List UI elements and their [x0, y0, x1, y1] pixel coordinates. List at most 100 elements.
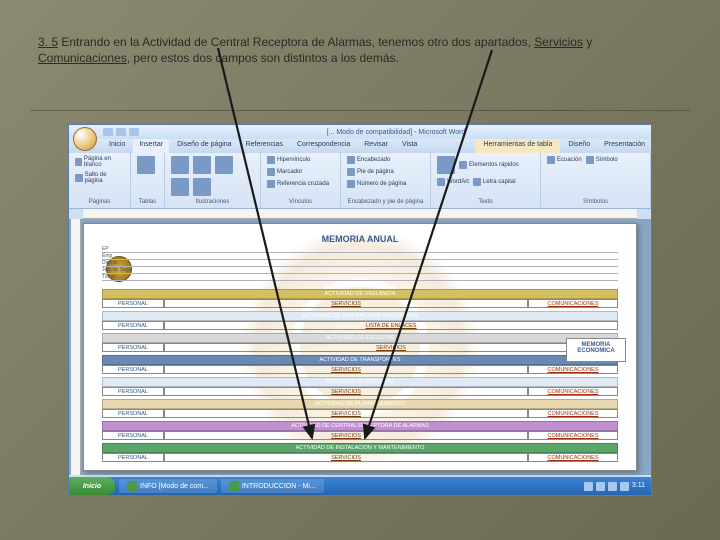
tab-revisar[interactable]: Revisar [358, 139, 394, 153]
col-comunicaciones[interactable]: COMUNICACIONES [528, 453, 618, 462]
tool-context-tab: Herramientas de tabla [475, 139, 560, 153]
shapes-icon[interactable] [215, 156, 233, 174]
btn-refcruzada[interactable]: Referencia cruzada [267, 180, 329, 188]
group-simbolos: Ecuación Símbolo Símbolos [541, 153, 651, 208]
group-vinculos: Hipervínculo Marcador Referencia cruzada… [261, 153, 341, 208]
col-comunicaciones[interactable]: COMUNICACIONES [528, 299, 618, 308]
col-comunicaciones[interactable]: COMUNICACIONES [528, 387, 618, 396]
activity-subrow: PERSONALSERVICIOSCOMUNICACIONES [102, 299, 618, 308]
divider [30, 110, 690, 111]
btn-wordart[interactable]: WordArt [437, 178, 469, 186]
picture-icon[interactable] [171, 156, 189, 174]
ruler-horizontal[interactable] [83, 209, 637, 219]
col-personal[interactable]: PERSONAL [102, 387, 164, 396]
col-personal[interactable]: PERSONAL [102, 409, 164, 418]
tab-inicio[interactable]: Inicio [103, 139, 131, 153]
wordart-icon [437, 178, 445, 186]
link-icon [267, 156, 275, 164]
page[interactable]: MEMORIA ANUAL EP Emp Directo Jefe de Seg… [83, 223, 637, 471]
activity-title: ACTIVIDAD DE TRANSPORTES [102, 355, 618, 365]
form-label: Emp [102, 253, 148, 259]
form-lines: EP Emp Directo Jefe de Segu Técnic [102, 246, 618, 281]
ribbon: Página en blanco Salto de página Páginas… [69, 153, 651, 209]
btn-letracapital[interactable]: Letra capital [473, 178, 516, 186]
system-tray[interactable]: 3:11 [584, 482, 651, 491]
col-personal[interactable]: PERSONAL [102, 321, 164, 330]
taskbar: Inicio INFO [Modo de com... INTRODUCCION… [69, 477, 651, 495]
col-comunicaciones[interactable]: COMUNICACIONES [528, 409, 618, 418]
activity-subrow: PERSONALSERVICIOSCOMUNICACIONES [102, 387, 618, 396]
activity-header: ACTIVIDAD DE VIGILANCIA DE EXPLOSIVOS [102, 311, 618, 321]
pagenum-icon [347, 180, 355, 188]
clipart-icon[interactable] [193, 156, 211, 174]
btn-numero[interactable]: Número de página [347, 180, 406, 188]
section-number: 3. 5 [38, 35, 58, 49]
col-servicios[interactable]: SERVICIOS [164, 343, 618, 352]
col-servicios[interactable]: SERVICIOS [164, 299, 528, 308]
col-servicios[interactable]: SERVICIOS [164, 431, 528, 440]
taskbar-item[interactable]: INFO [Modo de com... [119, 479, 217, 493]
tab-presentacion[interactable]: Presentación [598, 139, 651, 153]
slide-caption: 3. 5 Entrando en la Actividad de Central… [38, 34, 682, 66]
btn-elementos[interactable]: Elementos rápidos [459, 156, 519, 174]
col-servicios[interactable]: LISTA DE ENLACES [164, 321, 618, 330]
col-personal[interactable]: PERSONAL [102, 299, 164, 308]
col-servicios[interactable]: SERVICIOS [164, 453, 528, 462]
col-personal[interactable]: PERSONAL [102, 453, 164, 462]
smartart-icon[interactable] [171, 178, 189, 196]
col-personal[interactable]: PERSONAL [102, 431, 164, 440]
btn-pagina-blanco[interactable]: Página en blanco [75, 156, 124, 168]
activity-header: ACTIVIDAD DE CENTRAL RECEPTORA DE ALARMA… [102, 421, 618, 431]
word-window: [... Modo de compatibilidad] - Microsoft… [68, 124, 652, 496]
col-comunicaciones[interactable]: COMUNICACIONES [528, 365, 618, 374]
link-servicios: Servicios [534, 35, 583, 49]
memoria-economica-box[interactable]: MEMORIA ECONOMICA [566, 338, 626, 362]
tab-diseno[interactable]: Diseño [562, 139, 596, 153]
tab-referencias[interactable]: Referencias [240, 139, 289, 153]
btn-pie[interactable]: Pie de página [347, 168, 394, 176]
activity-subrow: PERSONALSERVICIOSCOMUNICACIONES [102, 453, 618, 462]
table-icon[interactable] [137, 156, 155, 174]
group-label: Vínculos [267, 199, 334, 205]
col-comunicaciones[interactable]: COMUNICACIONES [528, 431, 618, 440]
ribbon-tabs[interactable]: Inicio Insertar Diseño de página Referen… [69, 139, 651, 153]
activity-header: ACTIVIDAD DE TRANSPORTES [102, 355, 618, 365]
title-bar: [... Modo de compatibilidad] - Microsoft… [69, 125, 651, 139]
tab-insertar[interactable]: Insertar [133, 139, 169, 153]
btn-simbolo[interactable]: Símbolo [586, 156, 618, 164]
textbox-icon[interactable] [437, 156, 455, 174]
btn-ecuacion[interactable]: Ecuación [547, 156, 582, 164]
col-servicios[interactable]: SERVICIOS [164, 365, 528, 374]
taskbar-item[interactable]: INTRODUCCION - Mi... [221, 479, 324, 493]
col-personal[interactable]: PERSONAL [102, 365, 164, 374]
page-icon [75, 158, 82, 166]
activity-title: ACTIVIDAD DE DEPOSITO [102, 377, 618, 387]
activity-subrow: PERSONALSERVICIOSCOMUNICACIONES [102, 431, 618, 440]
office-button[interactable] [73, 127, 97, 151]
col-servicios[interactable]: SERVICIOS [164, 409, 528, 418]
quick-access-toolbar[interactable] [103, 128, 139, 136]
tab-vista[interactable]: Vista [396, 139, 423, 153]
btn-salto-pagina[interactable]: Salto de página [75, 172, 124, 184]
btn-hipervinculo[interactable]: Hipervínculo [267, 156, 310, 164]
app-icon [127, 481, 137, 491]
break-icon [75, 174, 83, 182]
chart-icon[interactable] [193, 178, 211, 196]
tab-correspondencia[interactable]: Correspondencia [291, 139, 356, 153]
start-button[interactable]: Inicio [69, 477, 115, 495]
tab-diseno-pagina[interactable]: Diseño de página [171, 139, 238, 153]
document-area[interactable]: MEMORIA ANUAL EP Emp Directo Jefe de Seg… [69, 219, 651, 475]
activity-header: ACTIVIDAD DE PLANIFICAMIENTO [102, 399, 618, 409]
btn-encabezado[interactable]: Encabezado [347, 156, 390, 164]
activity-header: ACTIVIDAD DE DEPOSITO [102, 377, 618, 387]
ruler-vertical[interactable] [71, 219, 81, 475]
activity-title: ACTIVIDAD DE ESCOLTAS [102, 333, 618, 343]
header-icon [347, 156, 355, 164]
caption-and: y [583, 35, 592, 49]
btn-marcador[interactable]: Marcador [267, 168, 302, 176]
col-personal[interactable]: PERSONAL [102, 343, 164, 352]
link-comunicaciones: Comunicaciones [38, 51, 127, 65]
mem-econ-line2: ECONOMICA [567, 348, 625, 354]
col-servicios[interactable]: SERVICIOS [164, 387, 528, 396]
doc-title: MEMORIA ANUAL [102, 234, 618, 244]
